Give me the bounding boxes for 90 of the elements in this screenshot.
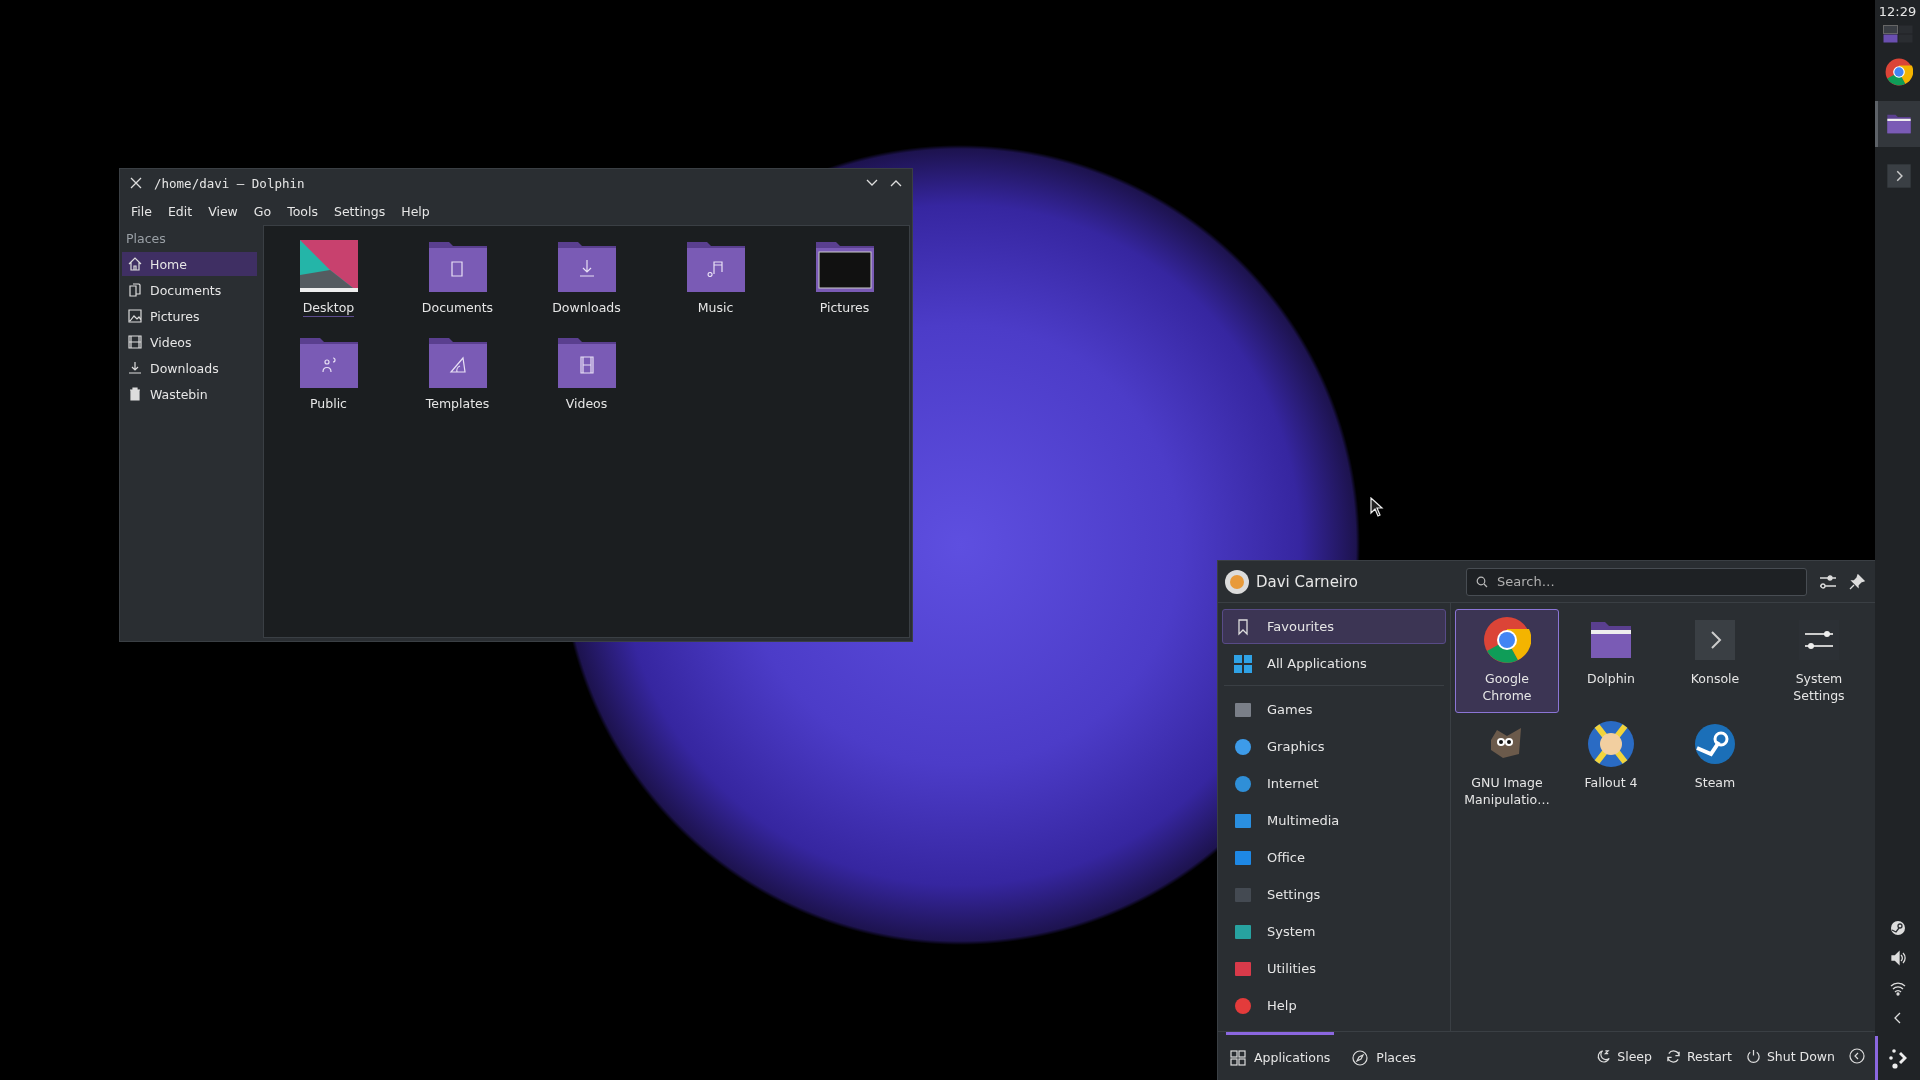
- menu-item[interactable]: View: [203, 200, 243, 222]
- folder-icon[interactable]: [299, 336, 358, 388]
- launcher-tab[interactable]: Places: [1348, 1032, 1421, 1080]
- file-name: Downloads: [552, 300, 621, 317]
- app-tile[interactable]: GNU Image Manipulatio…: [1455, 713, 1559, 817]
- task-button[interactable]: [1875, 101, 1920, 147]
- file-name: Videos: [565, 396, 608, 413]
- window-title: /home/davi — Dolphin: [154, 175, 305, 191]
- search-field[interactable]: Search…: [1466, 567, 1807, 596]
- category-item[interactable]: Help: [1222, 988, 1446, 1023]
- circle-icon: [1233, 736, 1253, 757]
- folder-icon[interactable]: [815, 240, 874, 292]
- videos-icon: [128, 335, 142, 349]
- places-item[interactable]: Pictures: [122, 304, 257, 328]
- file-name: Templates: [425, 396, 490, 413]
- power-action-button[interactable]: Restart: [1666, 1048, 1732, 1064]
- restart-icon: [1666, 1048, 1681, 1064]
- pictures-icon: [128, 309, 142, 323]
- power-icon: [1745, 1048, 1761, 1064]
- minimize-icon[interactable]: [866, 179, 878, 187]
- menu-item[interactable]: Settings: [328, 200, 391, 222]
- menu-item[interactable]: Edit: [162, 200, 198, 222]
- app-tile[interactable]: Steam: [1663, 713, 1767, 817]
- more-icon[interactable]: [1849, 1048, 1865, 1064]
- category-item[interactable]: Games: [1222, 692, 1446, 727]
- places-item[interactable]: Wastebin: [122, 382, 257, 406]
- file-name: Pictures: [819, 300, 870, 317]
- menu-item[interactable]: Help: [396, 200, 435, 222]
- launcher-tab[interactable]: Applications: [1226, 1032, 1335, 1080]
- places-item[interactable]: Videos: [122, 330, 257, 354]
- configure-icon[interactable]: [1819, 573, 1837, 590]
- menu-item[interactable]: Go: [248, 200, 277, 222]
- home-icon: [128, 257, 142, 271]
- app-tile[interactable]: Dolphin: [1559, 609, 1663, 713]
- terminal-icon: [1885, 162, 1913, 190]
- pin-icon[interactable]: [1849, 573, 1865, 590]
- app-tile[interactable]: Fallout 4: [1559, 713, 1663, 817]
- folder-icon[interactable]: [428, 240, 487, 292]
- circle-icon: [1233, 995, 1253, 1016]
- folder-icon[interactable]: [428, 336, 487, 388]
- compass-icon: [1352, 1049, 1369, 1066]
- category-item[interactable]: Utilities: [1222, 951, 1446, 986]
- category-item[interactable]: Internet: [1222, 766, 1446, 801]
- category-item[interactable]: Favourites: [1222, 609, 1446, 644]
- volume-icon[interactable]: [1889, 950, 1906, 966]
- desktop-thumbnail-icon[interactable]: [299, 240, 358, 292]
- power-action-button[interactable]: Sleep: [1596, 1048, 1652, 1064]
- maximize-icon[interactable]: [890, 179, 902, 187]
- file-name: Desktop: [302, 300, 355, 317]
- category-item[interactable]: Multimedia: [1222, 803, 1446, 838]
- user-name: Davi Carneiro: [1256, 572, 1359, 591]
- cartoon-badge-icon: [1587, 720, 1635, 768]
- circle-icon: [1233, 773, 1253, 794]
- grid-icon: [1233, 653, 1253, 674]
- folder-icon[interactable]: [557, 240, 616, 292]
- grid-icon: [1230, 1049, 1246, 1066]
- file-name: Public: [310, 396, 347, 413]
- search-icon: [1476, 575, 1488, 588]
- category-item[interactable]: System: [1222, 914, 1446, 949]
- pager-icon[interactable]: [1882, 25, 1913, 43]
- moon-icon: [1596, 1048, 1612, 1064]
- category-item[interactable]: Graphics: [1222, 729, 1446, 764]
- clock[interactable]: 12:29: [1878, 4, 1917, 19]
- power-action-button[interactable]: Shut Down: [1745, 1048, 1835, 1064]
- avatar-icon: [1224, 568, 1250, 595]
- category-item[interactable]: All Applications: [1222, 646, 1446, 681]
- close-icon[interactable]: [130, 177, 142, 189]
- mouse-cursor-icon: [1370, 497, 1384, 517]
- downloads-icon: [128, 361, 142, 375]
- folder-icon[interactable]: [557, 336, 616, 388]
- menu-item[interactable]: Tools: [282, 200, 323, 222]
- chrome-icon: [1885, 58, 1913, 86]
- app-tile[interactable]: System Settings: [1767, 609, 1871, 713]
- app-tile[interactable]: Konsole: [1663, 609, 1767, 713]
- steam-icon[interactable]: [1889, 920, 1906, 936]
- trash-icon: [128, 387, 142, 401]
- category-item[interactable]: Settings: [1222, 877, 1446, 912]
- category-item[interactable]: Office: [1222, 840, 1446, 875]
- places-item[interactable]: Home: [122, 252, 257, 276]
- wifi-icon[interactable]: [1889, 980, 1906, 996]
- documents-icon: [128, 283, 142, 297]
- places-item[interactable]: Documents: [122, 278, 257, 302]
- folder-icon[interactable]: [686, 240, 745, 292]
- app-tile[interactable]: Google Chrome: [1455, 609, 1559, 713]
- menu-item[interactable]: File: [126, 200, 157, 222]
- chrome-icon: [1483, 616, 1531, 664]
- file-name: Music: [697, 300, 734, 317]
- places-heading: Places: [125, 230, 167, 248]
- file-name: Documents: [421, 300, 494, 317]
- places-item[interactable]: Downloads: [122, 356, 257, 380]
